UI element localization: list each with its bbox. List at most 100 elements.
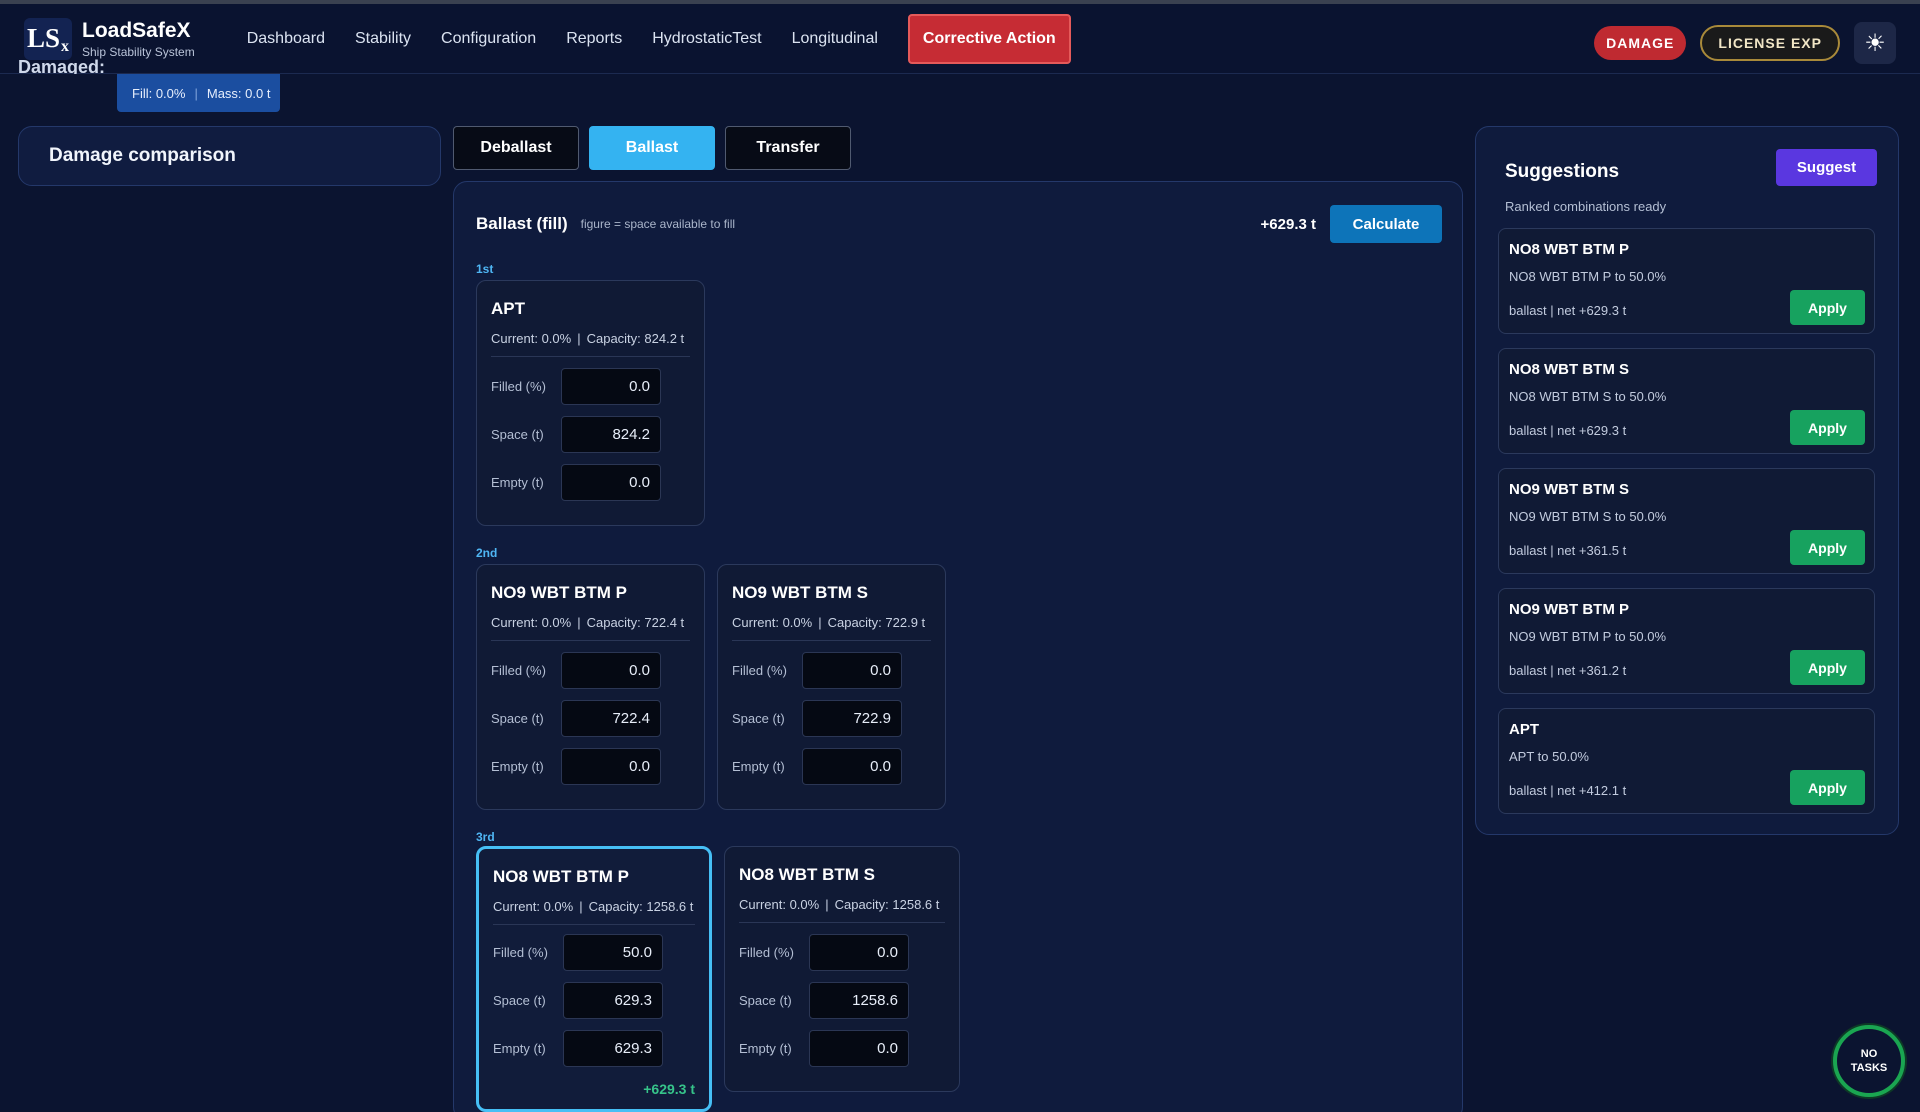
tank-card-no8-wbt-btm-s[interactable]: NO8 WBT BTM S Current: 0.0% | Capacity: 12… xyxy=(724,846,960,1092)
tank-capacity: Capacity: 722.9 t xyxy=(827,615,926,630)
space-input[interactable]: 722.9 xyxy=(802,700,902,737)
suggestion-detail: ballast | net +629.3 t xyxy=(1509,303,1627,318)
license-status-badge[interactable]: LICENSE EXP xyxy=(1700,25,1840,61)
ballast-net-total: +629.3 t xyxy=(1260,215,1316,233)
tank-card-no9-wbt-btm-s[interactable]: NO9 WBT BTM S Current: 0.0% | Capacity: 72… xyxy=(717,564,946,810)
field-label: Filled (%) xyxy=(491,379,546,394)
nav-item-dashboard[interactable]: Dashboard xyxy=(247,30,325,48)
divider: | xyxy=(825,897,829,912)
tasks-line-1: NO xyxy=(1860,1048,1878,1060)
filled-input[interactable]: 50.0 xyxy=(563,934,663,971)
field-label: Filled (%) xyxy=(491,663,546,678)
tank-group-1st: APT Current: 0.0% | Capacity: 824.2 t Fill… xyxy=(476,280,705,526)
tank-name: NO8 WBT BTM S xyxy=(739,865,875,884)
empty-field: Empty (t) 0.0 xyxy=(491,748,661,785)
field-label: Empty (t) xyxy=(739,1041,792,1056)
suggestion-description: NO8 WBT BTM S to 50.0% xyxy=(1509,389,1667,404)
apply-button[interactable]: Apply xyxy=(1790,770,1865,805)
space-input[interactable]: 629.3 xyxy=(563,982,663,1019)
space-field: Space (t) 629.3 xyxy=(493,982,663,1019)
divider xyxy=(732,640,931,641)
tab-transfer[interactable]: Transfer xyxy=(725,126,851,170)
tank-name: NO9 WBT BTM P xyxy=(491,583,627,602)
apply-button[interactable]: Apply xyxy=(1790,410,1865,445)
top-navigation-bar: LS x LoadSafeX Ship Stability System Dash… xyxy=(0,0,1920,74)
divider: | xyxy=(579,899,583,914)
suggestions-list: NO8 WBT BTM P NO8 WBT BTM P to 50.0% bal… xyxy=(1498,228,1875,828)
nav-item-hydrostatic-test[interactable]: HydrostaticTest xyxy=(652,30,761,48)
ballast-header: Ballast (fill) figure = space available … xyxy=(476,204,1442,244)
tank-current: Current: 0.0% xyxy=(493,899,574,914)
main-nav: Dashboard Stability Configuration Report… xyxy=(247,13,1071,64)
tank-meta: Current: 0.0% | Capacity: 1258.6 t xyxy=(493,899,693,914)
field-label: Space (t) xyxy=(493,993,546,1008)
nav-item-stability[interactable]: Stability xyxy=(355,30,411,48)
filled-input[interactable]: 0.0 xyxy=(802,652,902,689)
space-input[interactable]: 722.4 xyxy=(561,700,661,737)
empty-input[interactable]: 0.0 xyxy=(561,748,661,785)
tab-deballast[interactable]: Deballast xyxy=(453,126,579,170)
field-label: Space (t) xyxy=(491,427,544,442)
space-input[interactable]: 824.2 xyxy=(561,416,661,453)
apply-button[interactable]: Apply xyxy=(1790,530,1865,565)
tank-card-no9-wbt-btm-p[interactable]: NO9 WBT BTM P Current: 0.0% | Capacity: 72… xyxy=(476,564,705,810)
tab-ballast[interactable]: Ballast xyxy=(589,126,715,170)
suggestion-name: NO8 WBT BTM P xyxy=(1509,241,1629,258)
tank-current: Current: 0.0% xyxy=(491,331,572,346)
sun-icon[interactable]: ☀ xyxy=(1854,22,1896,64)
tank-name: APT xyxy=(491,299,525,318)
tank-card-no8-wbt-btm-p[interactable]: NO8 WBT BTM P Current: 0.0% | Capacity: 12… xyxy=(476,846,712,1112)
tank-meta: Current: 0.0% | Capacity: 824.2 t xyxy=(491,331,684,346)
top-right-controls: DAMAGE LICENSE EXP ☀ xyxy=(1594,22,1896,64)
mode-tabs: Deballast Ballast Transfer xyxy=(453,126,851,170)
space-input[interactable]: 1258.6 xyxy=(809,982,909,1019)
tank-current: Current: 0.0% xyxy=(739,897,820,912)
filled-input[interactable]: 0.0 xyxy=(561,652,661,689)
suggestion-name: APT xyxy=(1509,721,1539,738)
tank-current: Current: 0.0% xyxy=(732,615,813,630)
apply-button[interactable]: Apply xyxy=(1790,650,1865,685)
filled-input[interactable]: 0.0 xyxy=(809,934,909,971)
divider xyxy=(739,922,945,923)
tank-card-apt[interactable]: APT Current: 0.0% | Capacity: 824.2 t Fill… xyxy=(476,280,705,526)
field-label: Space (t) xyxy=(739,993,792,1008)
tasks-status-indicator[interactable]: NO TASKS xyxy=(1833,1025,1905,1097)
app-logo[interactable]: LS x LoadSafeX Ship Stability System xyxy=(24,17,195,60)
tasks-line-2: TASKS xyxy=(1850,1062,1888,1074)
empty-input[interactable]: 0.0 xyxy=(809,1030,909,1067)
divider xyxy=(493,924,695,925)
app-name: LoadSafeX xyxy=(82,18,191,42)
divider: | xyxy=(577,331,581,346)
field-label: Filled (%) xyxy=(732,663,787,678)
suggestion-description: NO8 WBT BTM P to 50.0% xyxy=(1509,269,1667,284)
damage-status-badge[interactable]: DAMAGE xyxy=(1594,26,1687,60)
suggestion-item: NO8 WBT BTM P NO8 WBT BTM P to 50.0% bal… xyxy=(1498,228,1875,334)
empty-input[interactable]: 0.0 xyxy=(561,464,661,501)
tank-capacity: Capacity: 1258.6 t xyxy=(588,899,694,914)
divider xyxy=(491,356,690,357)
tasks-text: NO TASKS xyxy=(1851,1047,1887,1075)
empty-input[interactable]: 0.0 xyxy=(802,748,902,785)
tank-name: NO9 WBT BTM S xyxy=(732,583,868,602)
nav-item-longitudinal[interactable]: Longitudinal xyxy=(792,30,878,48)
nav-item-corrective-action[interactable]: Corrective Action xyxy=(907,13,1071,64)
nav-item-configuration[interactable]: Configuration xyxy=(441,30,536,48)
suggestion-item: NO8 WBT BTM S NO8 WBT BTM S to 50.0% bal… xyxy=(1498,348,1875,454)
logo-mark-text: LS xyxy=(26,23,61,53)
divider: | xyxy=(577,615,581,630)
suggestion-item: NO9 WBT BTM P NO9 WBT BTM P to 50.0% bal… xyxy=(1498,588,1875,694)
calculate-button[interactable]: Calculate xyxy=(1330,205,1442,243)
tank-meta: Current: 0.0% | Capacity: 722.4 t xyxy=(491,615,684,630)
filled-input[interactable]: 0.0 xyxy=(561,368,661,405)
damaged-mass: Mass: 0.0 t xyxy=(206,85,271,101)
field-label: Empty (t) xyxy=(493,1041,546,1056)
empty-input[interactable]: 629.3 xyxy=(563,1030,663,1067)
suggest-button[interactable]: Suggest xyxy=(1776,149,1877,186)
tank-group-2nd: NO9 WBT BTM P Current: 0.0% | Capacity: 72… xyxy=(476,564,946,810)
suggestion-description: NO9 WBT BTM S to 50.0% xyxy=(1509,509,1667,524)
field-label: Space (t) xyxy=(732,711,785,726)
suggestion-name: NO9 WBT BTM S xyxy=(1509,481,1629,498)
nav-item-reports[interactable]: Reports xyxy=(566,30,622,48)
apply-button[interactable]: Apply xyxy=(1790,290,1865,325)
app-subtitle: Ship Stability System xyxy=(82,44,195,59)
